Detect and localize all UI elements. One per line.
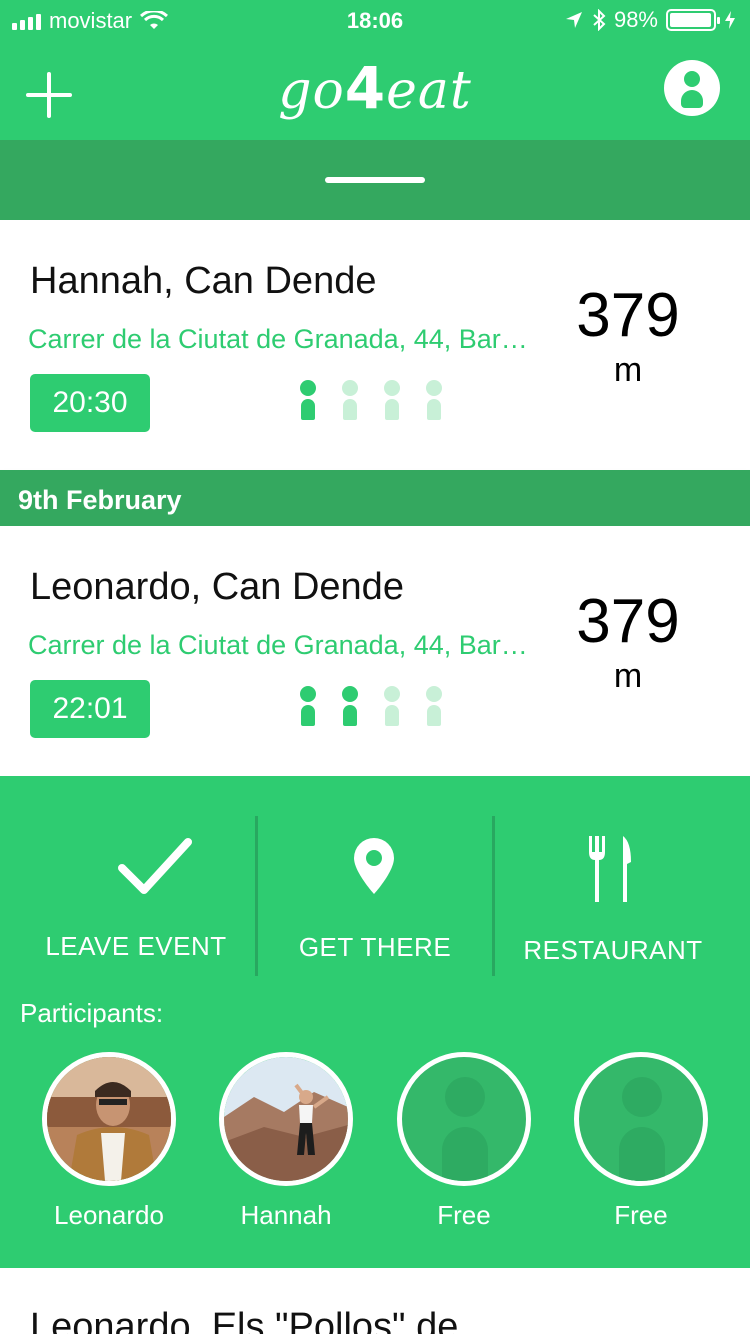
empty-avatar-icon [397,1052,531,1186]
event-title: Hannah, Can Dende [30,260,377,302]
event-card[interactable]: Hannah, Can Dende Carrer de la Ciutat de… [0,220,750,470]
date-separator: 9th February [0,470,750,530]
leave-event-button[interactable]: LEAVE EVENT [18,776,254,976]
event-card[interactable]: Leonardo, Els "Pollos" de [0,1268,750,1334]
event-details-panel: LEAVE EVENT GET THERE RESTAURANT Partici… [0,776,750,1268]
participant-name: Leonardo [54,1200,164,1230]
free-slot-icon [342,380,358,420]
participant-item[interactable]: Leonardo [42,1052,176,1231]
user-icon[interactable] [664,60,720,116]
participant-item[interactable]: Free [397,1052,531,1231]
avatar-photo [47,1057,171,1181]
fork-knife-icon [589,836,631,902]
participants-label: Participants: [20,998,164,1028]
event-distance: 379 m [568,588,688,696]
free-slot-icon [426,686,442,726]
bluetooth-icon [593,9,606,31]
free-slot-icon [426,380,442,420]
taken-slot-icon [342,686,358,726]
battery-icon [666,9,720,31]
empty-avatar-icon [574,1052,708,1186]
event-card[interactable]: Leonardo, Can Dende Carrer de la Ciutat … [0,526,750,776]
participant-slots [300,686,442,726]
restaurant-button[interactable]: RESTAURANT [495,776,731,976]
get-there-button[interactable]: GET THERE [258,776,492,976]
event-time-badge: 20:30 [30,374,150,432]
free-slot-icon [384,686,400,726]
location-arrow-icon [565,12,582,28]
avatar-photo [224,1057,348,1181]
participant-item[interactable]: Hannah [219,1052,353,1231]
status-bar: movistar 18:06 98% [0,0,750,40]
status-right: 98% [564,7,736,33]
drawer-bar [0,140,750,220]
free-slot-icon [384,380,400,420]
avatar [42,1052,176,1186]
distance-value: 379 [576,281,680,350]
participant-item[interactable]: Free [574,1052,708,1231]
restaurant-label: RESTAURANT [523,935,703,965]
location-pin-icon [354,838,394,894]
drawer-handle[interactable] [325,177,425,183]
get-there-label: GET THERE [298,932,452,962]
distance-unit: m [613,351,643,389]
event-time-badge: 22:01 [30,680,150,738]
event-address: Carrer de la Ciutat de Granada, 44, Barc… [28,630,528,660]
avatar [219,1052,353,1186]
taken-slot-icon [300,686,316,726]
event-title: Leonardo, Can Dende [30,566,404,608]
distance-unit: m [613,657,643,695]
participant-name: Free [437,1200,491,1230]
checkmark-icon [118,838,192,894]
taken-slot-icon [300,380,316,420]
participant-slots [300,380,442,420]
participant-name: Hannah [240,1200,332,1230]
app-logo: go4eat [278,54,472,122]
event-address: Carrer de la Ciutat de Granada, 44, Barc… [28,324,528,354]
participant-name: Free [614,1200,668,1230]
app-header: go4eat [0,40,750,140]
charging-icon [725,11,735,29]
distance-value: 379 [576,587,680,656]
event-distance: 379 m [568,282,688,390]
leave-event-label: LEAVE EVENT [45,931,227,961]
event-title: Leonardo, Els "Pollos" de [30,1306,459,1334]
battery-percent: 98% [613,7,658,32]
